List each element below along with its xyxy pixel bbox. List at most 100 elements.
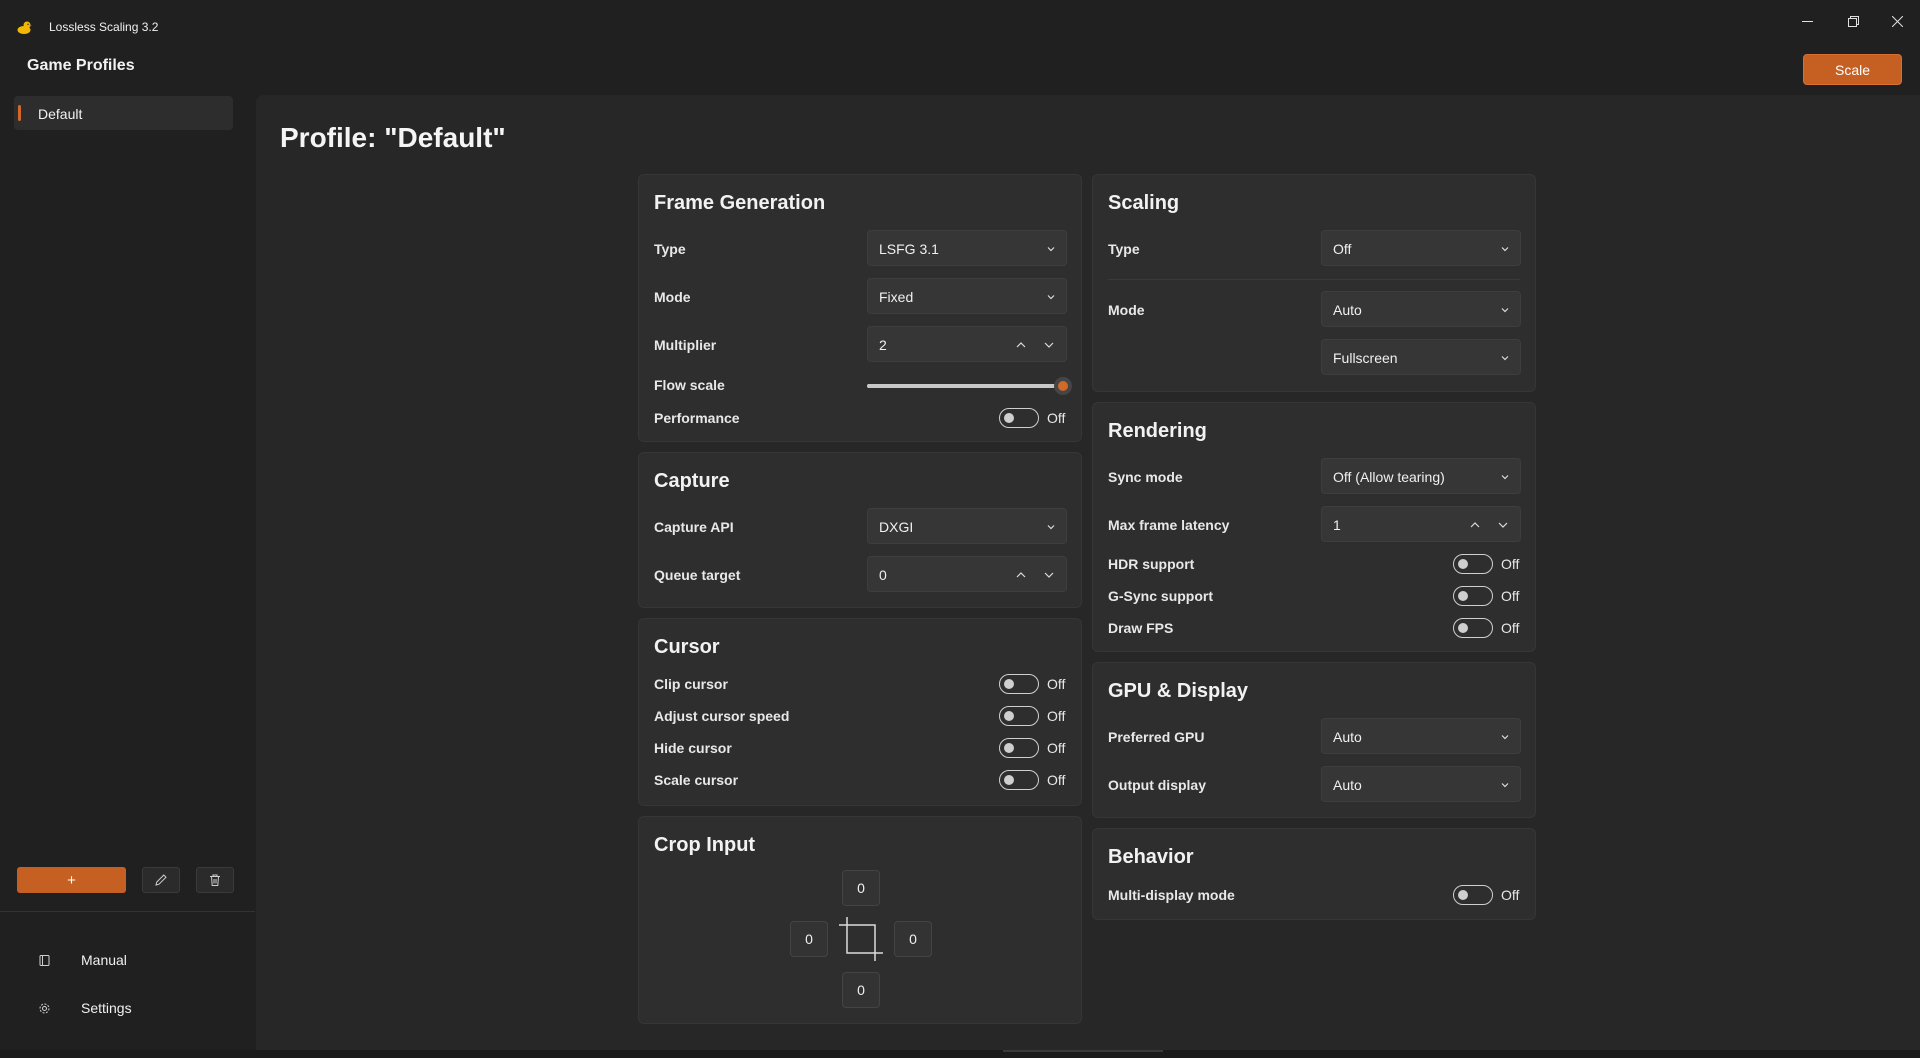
- clip-cursor-label: Clip cursor: [654, 676, 728, 692]
- scale-button[interactable]: Scale: [1803, 54, 1902, 85]
- title-bar: Lossless Scaling 3.2: [0, 0, 1920, 48]
- stepper-value: 0: [879, 567, 887, 583]
- crop-icon: [839, 917, 883, 961]
- toggle-switch[interactable]: [1453, 554, 1493, 574]
- toggle-switch[interactable]: [999, 674, 1039, 694]
- minimize-button[interactable]: [1784, 0, 1830, 42]
- max-frame-latency-stepper[interactable]: 1: [1321, 506, 1521, 542]
- crop-bottom-input[interactable]: 0: [842, 972, 880, 1008]
- output-display-label: Output display: [1108, 777, 1206, 793]
- taskbar-edge: [0, 1050, 1920, 1058]
- game-profiles-heading: Game Profiles: [27, 57, 135, 74]
- chevron-up-icon[interactable]: [1014, 568, 1028, 582]
- stepper-value: 1: [1333, 517, 1341, 533]
- slider-thumb[interactable]: [1054, 377, 1072, 395]
- selection-indicator: [18, 105, 21, 121]
- restore-button[interactable]: [1830, 0, 1876, 42]
- chevron-down-icon: [1047, 295, 1055, 300]
- draw-fps-toggle[interactable]: Off: [1453, 618, 1523, 638]
- behavior-card: Behavior Multi-display mode Off: [1092, 828, 1536, 920]
- card-title: Capture: [654, 470, 730, 492]
- sync-mode-dropdown[interactable]: Off (Allow tearing): [1321, 458, 1521, 494]
- flow-scale-slider[interactable]: [867, 377, 1072, 395]
- duck-app-icon: [17, 21, 32, 34]
- crop-left-input[interactable]: 0: [790, 921, 828, 957]
- chevron-down-icon: [1047, 525, 1055, 530]
- hdr-support-toggle[interactable]: Off: [1453, 554, 1523, 574]
- toggle-switch[interactable]: [999, 738, 1039, 758]
- nav-item-manual[interactable]: Manual: [37, 948, 237, 972]
- toggle-state: Off: [1047, 772, 1066, 788]
- multiplier-label: Multiplier: [654, 337, 717, 353]
- dropdown-value: Fixed: [879, 289, 914, 305]
- toggle-state: Off: [1501, 887, 1520, 903]
- toggle-state: Off: [1047, 708, 1066, 724]
- toggle-switch[interactable]: [1453, 586, 1493, 606]
- adjust-cursor-speed-label: Adjust cursor speed: [654, 708, 790, 724]
- toggle-switch[interactable]: [1453, 618, 1493, 638]
- card-title: Behavior: [1108, 846, 1194, 868]
- scale-cursor-toggle[interactable]: Off: [999, 770, 1069, 790]
- delete-profile-button[interactable]: [196, 867, 234, 893]
- dropdown-value: Auto: [1333, 302, 1362, 318]
- performance-toggle[interactable]: Off: [999, 408, 1069, 428]
- preferred-gpu-dropdown[interactable]: Auto: [1321, 718, 1521, 754]
- gsync-support-toggle[interactable]: Off: [1453, 586, 1523, 606]
- add-profile-button[interactable]: +: [17, 867, 126, 893]
- draw-fps-label: Draw FPS: [1108, 620, 1174, 636]
- chevron-down-icon: [1501, 308, 1509, 313]
- multi-display-mode-toggle[interactable]: Off: [1453, 885, 1523, 905]
- chevron-up-icon[interactable]: [1014, 338, 1028, 352]
- flow-scale-label: Flow scale: [654, 377, 725, 393]
- separator: [1108, 279, 1520, 280]
- page-title: Profile: "Default": [280, 122, 506, 153]
- trash-icon: [210, 874, 220, 886]
- card-title: Rendering: [1108, 420, 1207, 442]
- multiplier-stepper[interactable]: 2: [867, 326, 1067, 362]
- sync-mode-label: Sync mode: [1108, 469, 1183, 485]
- hide-cursor-label: Hide cursor: [654, 740, 732, 756]
- chevron-down-icon: [1501, 783, 1509, 788]
- nav-label-manual: Manual: [81, 952, 127, 968]
- dropdown-value: DXGI: [879, 519, 914, 535]
- nav-item-settings[interactable]: Settings: [37, 996, 237, 1020]
- scaling-mode-dropdown[interactable]: Auto: [1321, 291, 1521, 327]
- toggle-switch[interactable]: [999, 408, 1039, 428]
- scale-cursor-label: Scale cursor: [654, 772, 739, 788]
- close-button[interactable]: [1874, 0, 1920, 42]
- hide-cursor-toggle[interactable]: Off: [999, 738, 1069, 758]
- chevron-down-icon: [1501, 735, 1509, 740]
- toggle-switch[interactable]: [999, 706, 1039, 726]
- frame-gen-type-dropdown[interactable]: LSFG 3.1: [867, 230, 1067, 266]
- gsync-support-label: G-Sync support: [1108, 588, 1214, 604]
- crop-right-input[interactable]: 0: [894, 921, 932, 957]
- edit-profile-button[interactable]: [142, 867, 180, 893]
- scaling-fit-dropdown[interactable]: Fullscreen: [1321, 339, 1521, 375]
- chevron-down-icon[interactable]: [1496, 518, 1510, 532]
- crop-top-input[interactable]: 0: [842, 870, 880, 906]
- chevron-down-icon: [1501, 247, 1509, 252]
- chevron-down-icon[interactable]: [1042, 338, 1056, 352]
- chevron-down-icon[interactable]: [1042, 568, 1056, 582]
- queue-target-stepper[interactable]: 0: [867, 556, 1067, 592]
- frame-generation-card: Frame Generation Type LSFG 3.1 Mode Fixe…: [638, 174, 1082, 442]
- clip-cursor-toggle[interactable]: Off: [999, 674, 1069, 694]
- card-title: GPU & Display: [1108, 680, 1249, 702]
- capture-api-dropdown[interactable]: DXGI: [867, 508, 1067, 544]
- max-frame-latency-label: Max frame latency: [1108, 517, 1230, 533]
- toggle-switch[interactable]: [999, 770, 1039, 790]
- card-title: Crop Input: [654, 834, 756, 856]
- toggle-state: Off: [1047, 740, 1066, 756]
- profile-item-default[interactable]: Default: [14, 96, 233, 130]
- output-display-dropdown[interactable]: Auto: [1321, 766, 1521, 802]
- book-icon: [37, 953, 51, 967]
- gear-icon: [37, 1001, 51, 1015]
- toggle-switch[interactable]: [1453, 885, 1493, 905]
- frame-gen-mode-dropdown[interactable]: Fixed: [867, 278, 1067, 314]
- chevron-up-icon[interactable]: [1468, 518, 1482, 532]
- scaling-type-dropdown[interactable]: Off: [1321, 230, 1521, 266]
- nav-label-settings: Settings: [81, 1000, 132, 1016]
- adjust-cursor-speed-toggle[interactable]: Off: [999, 706, 1069, 726]
- toggle-state: Off: [1047, 676, 1066, 692]
- preferred-gpu-label: Preferred GPU: [1108, 729, 1205, 745]
